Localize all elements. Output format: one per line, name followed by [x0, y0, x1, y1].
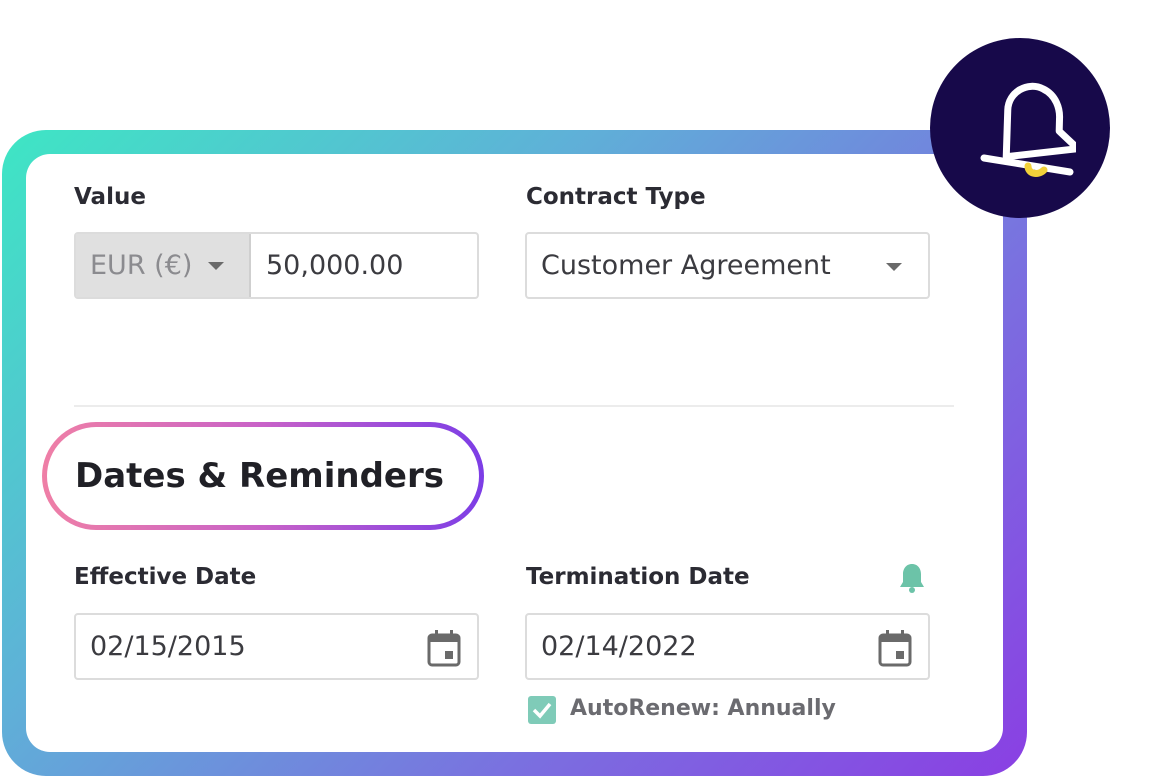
amount-input[interactable]: 50,000.00 [266, 250, 403, 281]
calendar-icon[interactable] [878, 629, 912, 667]
value-label: Value [74, 184, 146, 210]
effective-date-label: Effective Date [74, 564, 257, 590]
value-field: EUR (€) 50,000.00 [74, 232, 479, 299]
bell-icon[interactable] [898, 562, 926, 594]
section-title: Dates & Reminders [75, 456, 444, 496]
chevron-down-icon [886, 263, 902, 271]
section-highlight: Dates & Reminders [42, 422, 484, 530]
autorenew-label: AutoRenew: Annually [570, 696, 836, 721]
currency-select[interactable]: EUR (€) [76, 234, 251, 297]
chevron-down-icon [208, 261, 225, 270]
contract-type-value: Customer Agreement [541, 250, 831, 281]
check-icon [532, 702, 552, 719]
autorenew-checkbox[interactable] [528, 696, 556, 724]
termination-date-value: 02/14/2022 [541, 631, 697, 662]
section-divider [74, 405, 954, 407]
effective-date-input[interactable]: 02/15/2015 [74, 613, 479, 680]
contract-type-select[interactable]: Customer Agreement [525, 232, 930, 299]
currency-value: EUR (€) [90, 250, 193, 281]
calendar-icon[interactable] [427, 629, 461, 667]
termination-date-label: Termination Date [526, 564, 750, 590]
notification-badge [930, 38, 1110, 218]
bell-icon [980, 82, 1076, 177]
contract-type-label: Contract Type [526, 184, 706, 210]
effective-date-value: 02/15/2015 [90, 631, 246, 662]
termination-date-input[interactable]: 02/14/2022 [525, 613, 930, 680]
